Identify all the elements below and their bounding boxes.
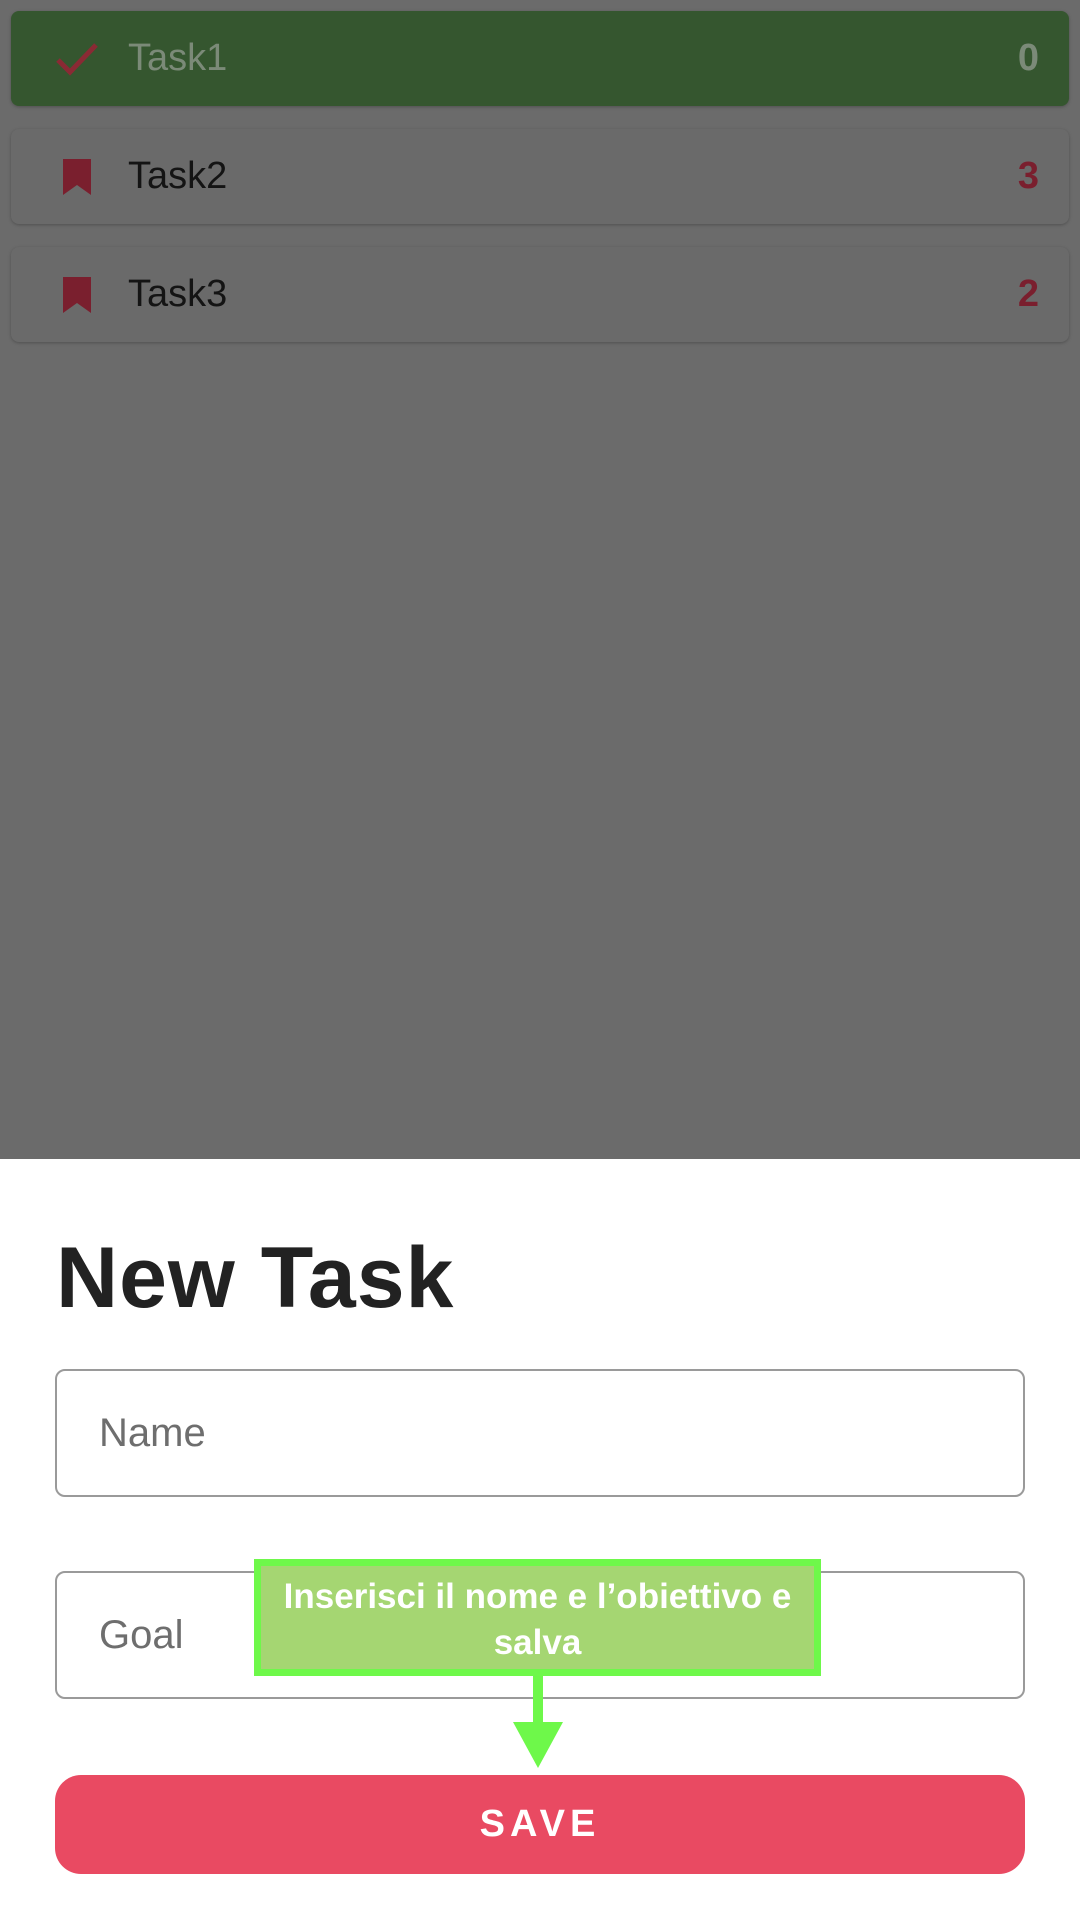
bookmark-icon — [47, 265, 107, 325]
task-card-task2[interactable]: Task2 3 — [11, 129, 1069, 224]
task-name: Task1 — [128, 37, 228, 79]
callout-arrow-icon — [513, 1722, 563, 1768]
task-card-task3[interactable]: Task3 2 — [11, 247, 1069, 342]
name-input[interactable] — [57, 1371, 1023, 1495]
task-card-task1[interactable]: Task1 0 — [11, 11, 1069, 106]
task-count: 3 — [1017, 155, 1039, 197]
save-button[interactable]: SAVE — [55, 1775, 1025, 1874]
check-icon — [47, 29, 107, 89]
callout-arrow-shaft — [533, 1676, 543, 1726]
task-list-scrim[interactable]: Task1 0 Task2 3 Task3 2 — [0, 0, 1080, 1159]
task-name: Task3 — [128, 273, 228, 315]
task-count: 2 — [1017, 273, 1039, 315]
tutorial-callout: Inserisci il nome e l’obiettivo e salva — [254, 1559, 821, 1676]
task-count: 0 — [1017, 37, 1039, 79]
name-field[interactable] — [55, 1369, 1025, 1497]
sheet-title: New Task — [56, 1230, 455, 1326]
new-task-sheet: New Task SAVE — [0, 1159, 1080, 1911]
bookmark-icon — [47, 147, 107, 207]
task-name: Task2 — [128, 155, 228, 197]
